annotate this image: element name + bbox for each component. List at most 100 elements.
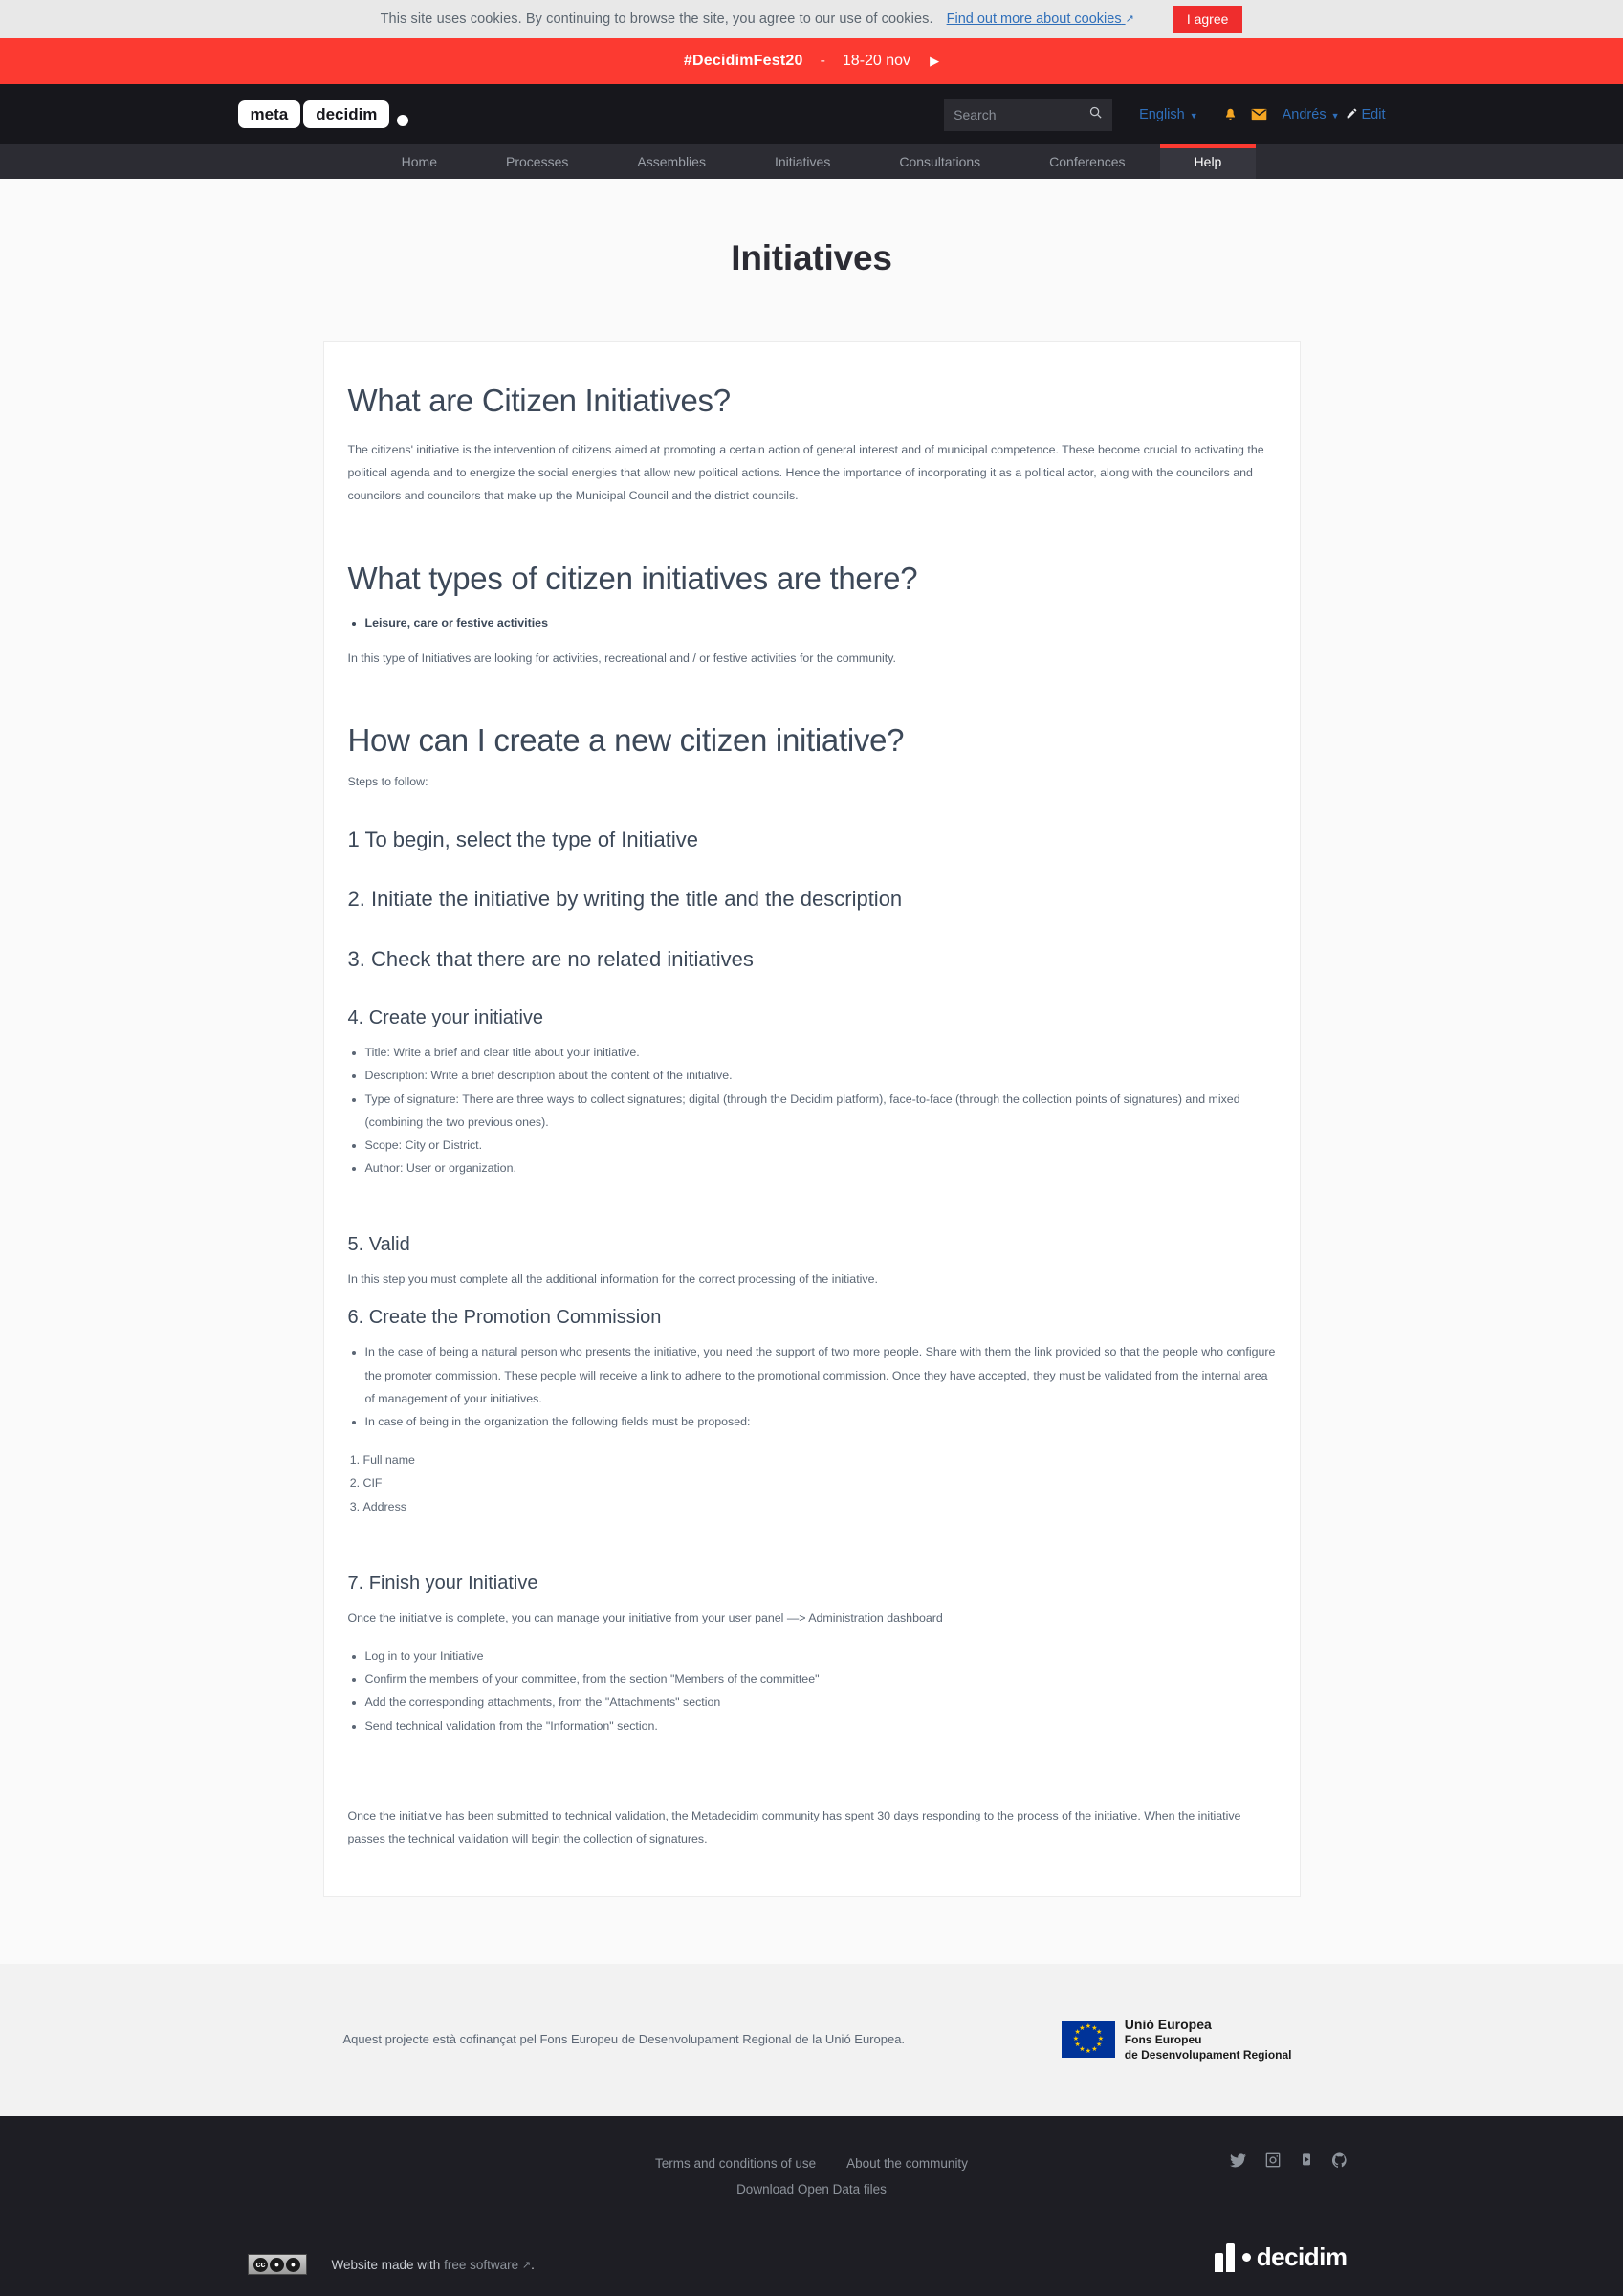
messages-envelope-icon[interactable] — [1251, 108, 1267, 121]
step-6-numbered-list: Full nameCIFAddress — [363, 1448, 1276, 1518]
nav-item-assemblies[interactable]: Assemblies — [603, 144, 740, 179]
step-7-heading: 7. Finish your Initiative — [347, 1572, 538, 1594]
section-heading-types: What types of citizen initiatives are th… — [347, 560, 918, 596]
list-item: Scope: City or District. — [365, 1134, 1276, 1157]
site-footer: Terms and conditions of use About the com… — [0, 2116, 1623, 2296]
logo-dot-icon — [397, 115, 409, 126]
logo-meta-label: meta — [237, 100, 301, 128]
step-4-heading: 4. Create your initiative — [347, 1007, 544, 1029]
main-navigation: Home Processes Assemblies Initiatives Consul… — [0, 144, 1623, 179]
footer-links: Terms and conditions of use About the com… — [640, 2151, 983, 2202]
types-bullet-list: Leisure, care or festive activities — [365, 611, 1276, 634]
list-item: Leisure, care or festive activities — [365, 611, 1276, 634]
nav-item-initiatives[interactable]: Initiatives — [740, 144, 865, 179]
step-5-paragraph: In this step you must complete all the a… — [347, 1272, 878, 1287]
step-7-paragraph: Once the initiative is complete, you can… — [347, 1610, 943, 1624]
eu-flag-icon: ★ ★ ★ ★ ★ ★ ★ ★ ★ ★ ★ ★ — [1061, 2020, 1115, 2058]
site-logo[interactable]: meta decidim — [237, 100, 409, 128]
decidim-brand-label: decidim — [1256, 2242, 1348, 2272]
page-title: Initiatives — [731, 238, 892, 277]
footer-link[interactable]: About the community — [846, 2156, 968, 2171]
search-box[interactable] — [944, 98, 1113, 131]
github-icon[interactable] — [1331, 2152, 1348, 2173]
external-link-icon: ↗ — [1125, 13, 1134, 25]
twitter-icon[interactable] — [1229, 2153, 1246, 2173]
footer-social-links — [1229, 2152, 1348, 2173]
decidim-brand-logo[interactable]: decidim — [1214, 2242, 1348, 2272]
nav-item-label: Assemblies — [637, 154, 706, 169]
eu-funding-strip: Aquest projecte està cofinançat pel Fons… — [0, 1964, 1623, 2117]
nav-item-label: Help — [1194, 154, 1222, 169]
search-input[interactable] — [954, 106, 1089, 122]
language-selector[interactable]: English ▼ — [1139, 107, 1197, 122]
logo-decidim-label: decidim — [303, 100, 390, 128]
chevron-down-icon: ▼ — [1189, 110, 1198, 121]
section-heading-what-are: What are Citizen Initiatives? — [347, 383, 732, 418]
instagram-icon[interactable] — [1265, 2152, 1281, 2173]
step-4-bullet-list: Title: Write a brief and clear title abo… — [365, 1041, 1276, 1180]
user-menu[interactable]: Andrés ▼ — [1283, 107, 1340, 122]
top-bar: meta decidim English ▼ — [0, 84, 1623, 144]
cookie-text: This site uses cookies. By continuing to… — [380, 11, 933, 27]
nav-item-conferences[interactable]: Conferences — [1015, 144, 1159, 179]
step-6-heading: 6. Create the Promotion Commission — [347, 1307, 662, 1329]
list-item: Confirm the members of your committee, f… — [365, 1667, 1276, 1690]
cookie-accept-button[interactable]: I agree — [1172, 6, 1243, 33]
edit-link-label: Edit — [1361, 106, 1386, 122]
list-item: Type of signature: There are three ways … — [365, 1088, 1276, 1134]
list-item: CIF — [363, 1471, 1276, 1494]
nav-item-help[interactable]: Help — [1159, 144, 1257, 179]
chevron-down-icon: ▼ — [1330, 110, 1340, 121]
nav-item-home[interactable]: Home — [367, 144, 472, 179]
list-item: Send technical validation from the "Info… — [365, 1714, 1276, 1737]
search-icon[interactable] — [1088, 105, 1103, 124]
step-6-bullet-list: In the case of being a natural person wh… — [365, 1340, 1276, 1433]
eu-logo-line3: de Desenvolupament Regional — [1124, 2047, 1292, 2062]
list-item: Log in to your Initiative — [365, 1645, 1276, 1667]
nav-item-label: Initiatives — [774, 154, 831, 169]
list-item: Add the corresponding attachments, from … — [365, 1690, 1276, 1713]
pencil-icon — [1346, 107, 1358, 122]
help-content-card: What are Citizen Initiatives? The citize… — [322, 341, 1301, 1898]
section-paragraph-what-are: The citizens' initiative is the interven… — [347, 442, 1264, 503]
nav-item-consultations[interactable]: Consultations — [865, 144, 1015, 179]
nav-item-label: Consultations — [899, 154, 981, 169]
youtube-icon[interactable] — [1300, 2152, 1313, 2173]
list-item: Title: Write a brief and clear title abo… — [365, 1041, 1276, 1064]
section-paragraph-types: In this type of Initiatives are looking … — [347, 651, 896, 665]
edit-link[interactable]: Edit — [1346, 107, 1386, 122]
eu-logo: ★ ★ ★ ★ ★ ★ ★ ★ ★ ★ ★ ★ Unió Europea Fons Europeu d… — [1061, 2016, 1292, 2063]
decidim-dot-icon — [1241, 2252, 1251, 2262]
list-item: Address — [363, 1495, 1276, 1518]
step-5-heading: 5. Valid — [347, 1234, 410, 1256]
list-item: Full name — [363, 1448, 1276, 1471]
play-arrow-icon: ▶ — [930, 54, 940, 68]
page-body: Initiatives What are Citizen Initiatives… — [0, 179, 1623, 1965]
external-link-icon: ↗ — [521, 2259, 532, 2271]
promo-date: 18-20 nov — [842, 53, 911, 69]
decidim-bars-icon — [1214, 2242, 1235, 2272]
nav-item-label: Processes — [506, 154, 569, 169]
cc-by-icon: ● — [270, 2257, 284, 2272]
footer-link[interactable]: Terms and conditions of use — [655, 2156, 816, 2171]
cookie-more-link-label: Find out more about cookies — [946, 11, 1122, 27]
section-heading-how-create: How can I create a new citizen initiativ… — [347, 721, 905, 758]
footer-link[interactable]: Download Open Data files — [736, 2182, 887, 2197]
promo-banner[interactable]: #DecidimFest20 - 18-20 nov ▶ — [0, 38, 1623, 84]
free-software-label: free software — [444, 2257, 519, 2272]
list-item: In the case of being a natural person wh… — [365, 1340, 1276, 1410]
creative-commons-badge[interactable]: cc ● ● — [247, 2254, 307, 2276]
language-label: English — [1139, 106, 1185, 122]
nav-item-label: Home — [401, 154, 438, 169]
free-software-link[interactable]: free software ↗ — [444, 2258, 531, 2272]
nav-item-processes[interactable]: Processes — [472, 144, 603, 179]
cc-sa-icon: ● — [286, 2257, 300, 2272]
user-name-label: Andrés — [1282, 106, 1327, 122]
promo-hashtag: #DecidimFest20 — [683, 53, 803, 69]
step-7-bullet-list: Log in to your InitiativeConfirm the mem… — [365, 1645, 1276, 1737]
cookie-banner: This site uses cookies. By continuing to… — [0, 0, 1623, 38]
list-item: In case of being in the organization the… — [365, 1410, 1276, 1433]
eu-funding-text: Aquest projecte està cofinançat pel Fons… — [342, 2032, 906, 2047]
notifications-bell-icon[interactable] — [1223, 107, 1238, 122]
cookie-more-link[interactable]: Find out more about cookies ↗ — [947, 11, 1134, 27]
